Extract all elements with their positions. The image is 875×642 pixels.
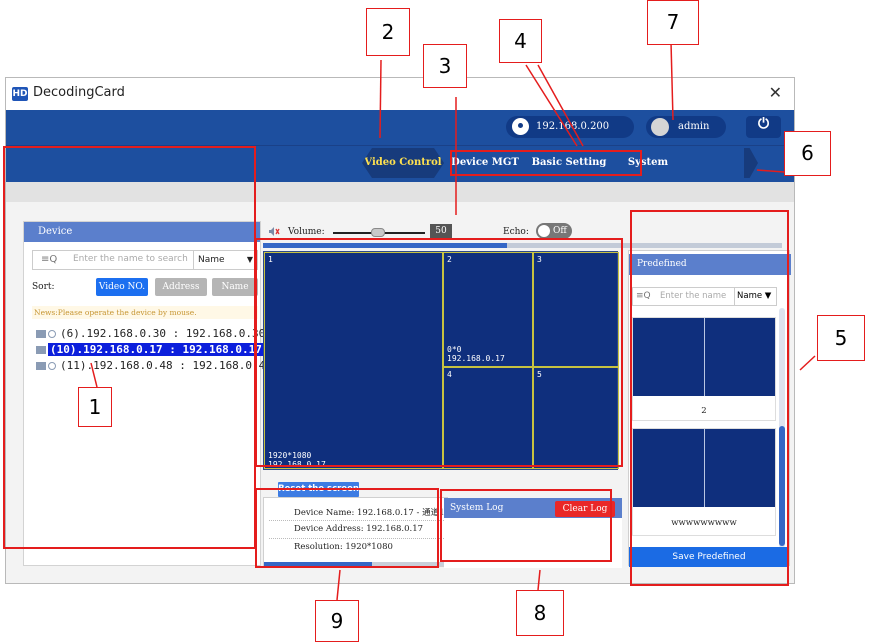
tab-video-control[interactable]: Video Control bbox=[362, 148, 444, 178]
annotation-label-6: 6 bbox=[784, 131, 831, 176]
annotation-label-9: 9 bbox=[315, 600, 359, 642]
app-title: DecodingCard bbox=[33, 85, 125, 100]
server-ip: 192.168.0.200 bbox=[536, 121, 610, 132]
username: admin bbox=[678, 121, 710, 132]
annotation-box-8 bbox=[440, 489, 612, 562]
echo-toggle[interactable]: Off bbox=[536, 223, 572, 239]
annotation-box-1 bbox=[3, 146, 256, 549]
annotation-label-3: 3 bbox=[423, 44, 467, 88]
annotation-label-1: 1 bbox=[78, 387, 112, 427]
annotation-box-4 bbox=[450, 150, 642, 176]
annotation-label-4: 4 bbox=[499, 19, 542, 63]
mute-speaker-icon[interactable] bbox=[268, 226, 280, 237]
volume-label: Volume: bbox=[288, 227, 325, 237]
annotation-label-5: 5 bbox=[817, 315, 865, 361]
avatar bbox=[651, 118, 669, 136]
annotation-label-8: 8 bbox=[516, 590, 564, 636]
close-icon[interactable]: ✕ bbox=[769, 83, 782, 102]
nav-arrow bbox=[744, 148, 758, 178]
server-ip-badge: 192.168.0.200 bbox=[506, 116, 634, 138]
volume-slider-handle[interactable] bbox=[371, 228, 385, 237]
user-badge[interactable]: admin bbox=[646, 116, 726, 138]
location-pin-icon bbox=[512, 118, 529, 135]
annotation-label-7: 7 bbox=[647, 0, 699, 45]
power-icon: ⏻ bbox=[757, 116, 770, 132]
annotation-box-9 bbox=[255, 488, 439, 568]
app-logo: HD bbox=[12, 87, 28, 101]
volume-value: 50 bbox=[430, 224, 452, 239]
screenshot-stage: HD DecodingCard ✕ 192.168.0.200 admin ⏻ … bbox=[0, 0, 875, 642]
title-bar: HD DecodingCard ✕ bbox=[6, 78, 794, 110]
echo-state: Off bbox=[553, 226, 567, 236]
power-button[interactable]: ⏻ bbox=[746, 116, 781, 138]
annotation-box-5 bbox=[630, 210, 789, 586]
annotation-box-3 bbox=[255, 238, 623, 467]
toggle-knob bbox=[538, 225, 550, 237]
annotation-label-2: 2 bbox=[366, 8, 410, 56]
echo-label: Echo: bbox=[503, 227, 529, 237]
